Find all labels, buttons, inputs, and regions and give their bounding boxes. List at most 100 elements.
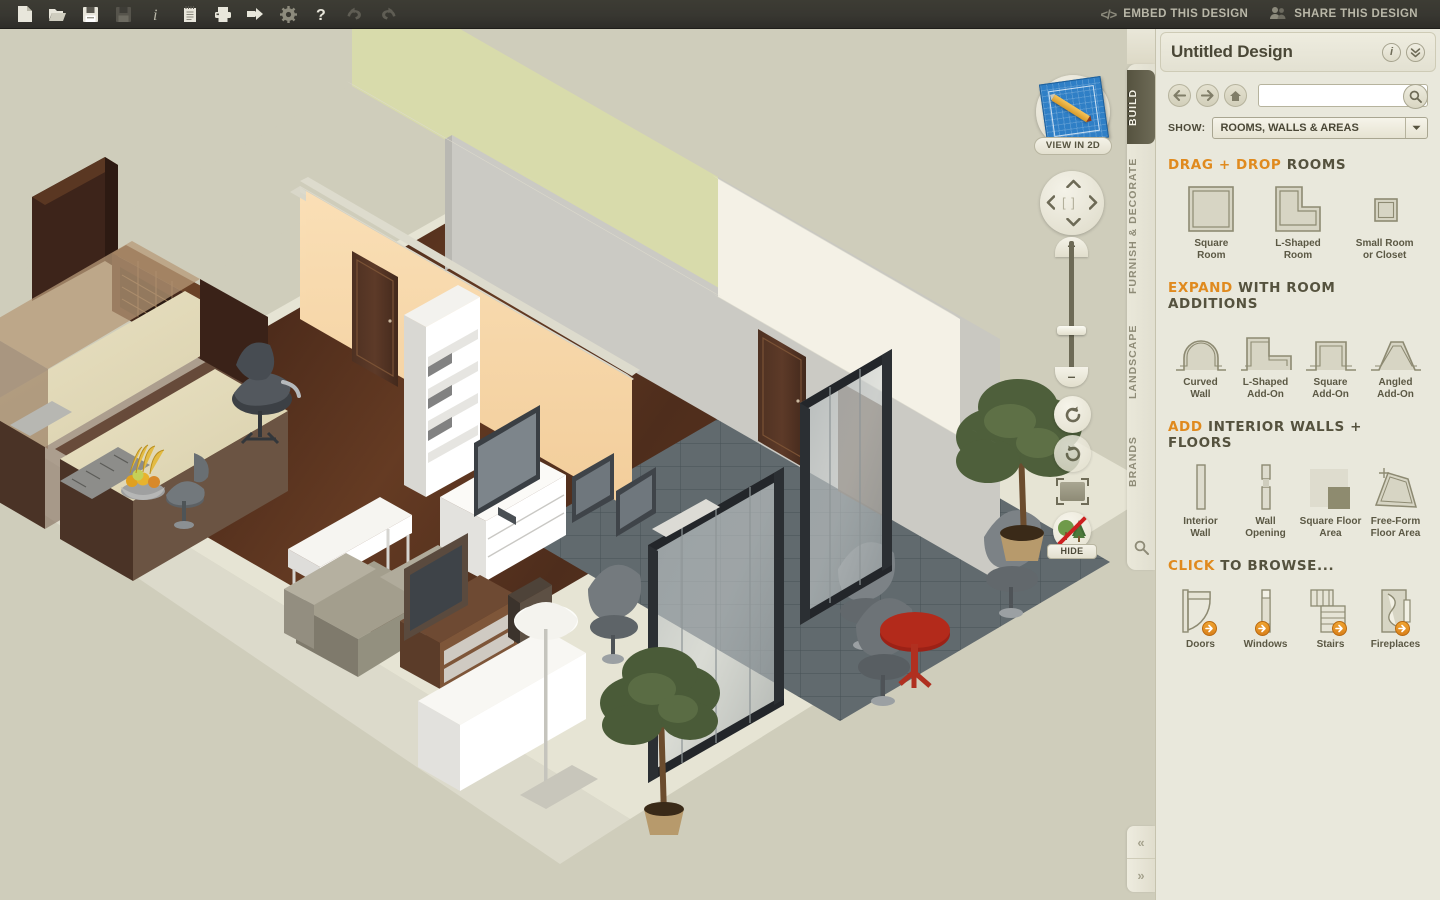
browse-badge — [1394, 621, 1410, 636]
help-icon[interactable]: ? — [305, 1, 338, 28]
new-file-icon[interactable] — [8, 1, 41, 28]
stairs-icon — [1307, 582, 1355, 636]
section-heading-accent: ADD — [1168, 419, 1203, 435]
zoom-slider-handle[interactable] — [1057, 326, 1086, 335]
notes-icon[interactable] — [173, 1, 206, 28]
home-icon[interactable] — [1224, 84, 1247, 107]
forward-arrow-icon[interactable] — [1196, 84, 1219, 107]
pan-up-button[interactable] — [1066, 176, 1081, 191]
panel-collapse-group: « » — [1127, 826, 1155, 892]
show-select[interactable]: ROOMS, WALLS & AREAS — [1212, 117, 1428, 139]
pan-left-button[interactable] — [1046, 195, 1056, 213]
export-icon[interactable] — [239, 1, 272, 28]
show-filter-row: SHOW: ROOMS, WALLS & AREAS — [1156, 107, 1440, 139]
panel-nav-row — [1156, 72, 1440, 109]
freeform-floor-icon — [1370, 459, 1422, 511]
redo-icon[interactable] — [371, 1, 404, 28]
back-arrow-icon[interactable] — [1168, 84, 1191, 107]
page-title: Untitled Design — [1171, 42, 1293, 61]
interior-wall-icon — [1191, 459, 1211, 511]
search-submit-icon[interactable] — [1403, 84, 1428, 109]
pan-down-button[interactable] — [1066, 215, 1081, 230]
category-rail: BUILD FURNISH & DECORATE LANDSCAPE BRAND… — [1127, 64, 1155, 570]
item-angled-add-on[interactable]: Angled Add-On — [1363, 320, 1428, 401]
item-small-room-or-closet[interactable]: Small Room or Closet — [1341, 181, 1428, 262]
wall-opening-icon — [1256, 459, 1276, 511]
snapshot-frame-button[interactable] — [1056, 478, 1089, 505]
item-square-room[interactable]: Square Room — [1168, 181, 1255, 262]
pan-control[interactable]: [ ] — [1040, 171, 1104, 235]
section-heading-accent: DRAG + DROP — [1168, 157, 1282, 173]
item-caption: Square Room — [1194, 238, 1229, 261]
item-caption: Square Floor Area — [1299, 516, 1362, 539]
rotate-right-button[interactable] — [1054, 435, 1091, 472]
section-items: Interior Wall Wall Opening Square Floor Are… — [1168, 459, 1428, 540]
item-caption: Square Add-On — [1312, 377, 1349, 400]
info-icon[interactable]: i — [140, 1, 173, 28]
recenter-button[interactable]: [ ] — [1062, 195, 1082, 210]
collapse-next-button[interactable]: » — [1127, 859, 1155, 892]
item-doors[interactable]: Doors — [1168, 582, 1233, 651]
crop-corner-tl — [1056, 478, 1064, 486]
svg-text:?: ? — [316, 7, 326, 23]
hide-label[interactable]: HIDE — [1047, 544, 1097, 559]
show-select-value: ROOMS, WALLS & AREAS — [1220, 122, 1359, 134]
item-stairs[interactable]: Stairs — [1298, 582, 1363, 651]
rotate-left-button[interactable] — [1054, 396, 1091, 433]
rail-tab-brands[interactable]: BRANDS — [1127, 420, 1155, 504]
design-viewport-3d[interactable]: VIEW IN 2D [ ] + – — [0, 29, 1127, 900]
share-design-label: SHARE THIS DESIGN — [1294, 8, 1418, 20]
open-folder-icon[interactable] — [41, 1, 74, 28]
zoom-slider-track[interactable] — [1069, 241, 1074, 381]
chevron-double-down-icon[interactable] — [1406, 42, 1425, 62]
item-caption: Fireplaces — [1370, 639, 1421, 650]
embed-design-button[interactable]: </> EMBED THIS DESIGN — [1092, 7, 1256, 22]
save-icon[interactable] — [74, 1, 107, 28]
item-curved-wall[interactable]: Curved Wall — [1168, 320, 1233, 401]
info-icon[interactable]: i — [1382, 42, 1401, 62]
view-in-2d-label[interactable]: VIEW IN 2D — [1034, 137, 1112, 155]
item-fireplaces[interactable]: Fireplaces — [1363, 582, 1428, 651]
save-as-icon[interactable] — [107, 1, 140, 28]
search-icon[interactable] — [1134, 540, 1149, 560]
item-caption: Windows — [1243, 639, 1288, 650]
section-heading-rest: TO BROWSE... — [1220, 558, 1335, 574]
section-items: Curved Wall L-Shaped Add-On Square Add-On — [1168, 320, 1428, 401]
item-interior-wall[interactable]: Interior Wall — [1168, 459, 1233, 540]
item-wall-opening[interactable]: Wall Opening — [1233, 459, 1298, 540]
section-heading-accent: EXPAND — [1168, 280, 1233, 296]
item-free-form-floor-area[interactable]: Free-Form Floor Area — [1363, 459, 1428, 540]
undo-icon[interactable] — [338, 1, 371, 28]
rail-tab-landscape[interactable]: LANDSCAPE — [1127, 308, 1155, 416]
item-square-add-on[interactable]: Square Add-On — [1298, 320, 1363, 401]
browse-badge — [1254, 621, 1270, 636]
rail-tab-furnish-decorate[interactable]: FURNISH & DECORATE — [1127, 148, 1155, 304]
section-room-additions: EXPAND WITH ROOM ADDITIONS Curved Wall L-… — [1156, 262, 1440, 401]
panel-header: Untitled Design i — [1160, 32, 1436, 72]
section-items: Square Room L-Shaped Room Small Room or Clo… — [1168, 181, 1428, 262]
gear-icon[interactable] — [272, 1, 305, 28]
item-l-shaped-add-on[interactable]: L-Shaped Add-On — [1233, 320, 1298, 401]
section-heading: CLICK TO BROWSE... — [1168, 558, 1428, 574]
rail-tab-build[interactable]: BUILD — [1127, 70, 1155, 144]
code-icon: </> — [1100, 6, 1117, 22]
print-icon[interactable] — [206, 1, 239, 28]
curved-wall-icon — [1174, 320, 1228, 372]
item-square-floor-area[interactable]: Square Floor Area — [1298, 459, 1363, 540]
square-floor-icon — [1307, 459, 1355, 511]
top-toolbar: i ? </> EMBED THIS DESIGN SHARE THIS DES… — [0, 0, 1440, 29]
search-input[interactable] — [1259, 85, 1427, 106]
item-windows[interactable]: Windows — [1233, 582, 1298, 651]
section-interior-walls-floors: ADD INTERIOR WALLS + FLOORS Interior Wall… — [1156, 401, 1440, 540]
section-heading: EXPAND WITH ROOM ADDITIONS — [1168, 280, 1428, 312]
l-shaped-addon-icon — [1239, 320, 1293, 372]
section-drag-drop-rooms: DRAG + DROP ROOMS Square Room L-Shaped Roo… — [1156, 139, 1440, 262]
search-field-wrapper — [1258, 84, 1428, 109]
pan-right-button[interactable] — [1088, 195, 1098, 213]
crop-corner-bl — [1056, 497, 1064, 505]
item-caption: Small Room or Closet — [1355, 238, 1414, 261]
item-caption: Doors — [1186, 639, 1215, 650]
share-design-button[interactable]: SHARE THIS DESIGN — [1262, 6, 1426, 23]
item-l-shaped-room[interactable]: L-Shaped Room — [1255, 181, 1342, 262]
collapse-prev-button[interactable]: « — [1127, 826, 1155, 859]
